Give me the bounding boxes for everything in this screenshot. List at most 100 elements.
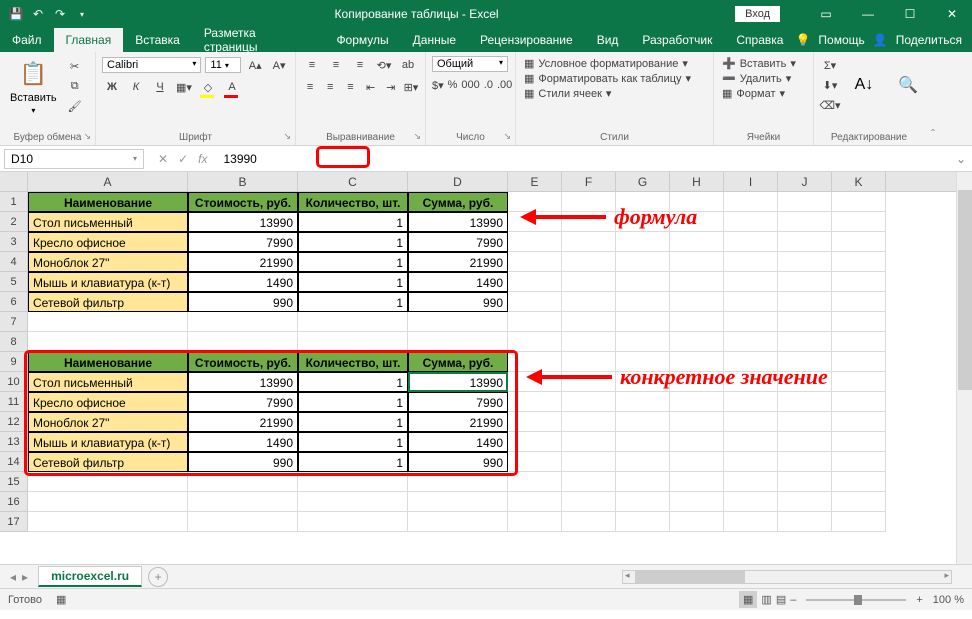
cell-J9[interactable] (778, 352, 832, 372)
cell-H1[interactable] (670, 192, 724, 212)
cell-K2[interactable] (832, 212, 886, 232)
indent-increase-icon[interactable]: ⇥ (383, 78, 399, 96)
cell-B1[interactable]: Стоимость, руб. (188, 192, 298, 212)
vscroll-thumb[interactable] (958, 190, 972, 390)
dialog-launcher-icon[interactable]: ↘ (413, 131, 421, 142)
cell-I10[interactable] (724, 372, 778, 392)
cell-I14[interactable] (724, 452, 778, 472)
find-select-button[interactable]: 🔍 (888, 67, 928, 103)
zoom-slider[interactable] (806, 599, 906, 601)
spreadsheet-grid[interactable]: ABCDEFGHIJK 1НаименованиеСтоимость, руб.… (0, 172, 972, 564)
cell-I2[interactable] (724, 212, 778, 232)
cell-I5[interactable] (724, 272, 778, 292)
col-header-D[interactable]: D (408, 172, 508, 191)
page-break-view-icon[interactable]: ▤ (776, 593, 786, 606)
save-icon[interactable]: 💾 (8, 6, 24, 22)
zoom-out-icon[interactable]: – (790, 594, 796, 606)
dialog-launcher-icon[interactable]: ↘ (283, 131, 291, 142)
align-right-icon[interactable]: ≡ (342, 78, 358, 96)
zoom-in-icon[interactable]: + (916, 594, 922, 606)
col-header-H[interactable]: H (670, 172, 724, 191)
cell-E11[interactable] (508, 392, 562, 412)
cell-C7[interactable] (298, 312, 408, 332)
cell-H8[interactable] (670, 332, 724, 352)
cell-E14[interactable] (508, 452, 562, 472)
cell-D6[interactable]: 990 (408, 292, 508, 312)
cell-C16[interactable] (298, 492, 408, 512)
paste-button[interactable]: 📋 Вставить ▾ (6, 56, 61, 117)
italic-button[interactable]: К (126, 78, 146, 96)
new-sheet-icon[interactable]: + (148, 567, 168, 587)
fx-icon[interactable]: fx (198, 152, 207, 166)
cell-J12[interactable] (778, 412, 832, 432)
font-name-select[interactable]: Calibri ▾ (102, 57, 201, 73)
cell-I11[interactable] (724, 392, 778, 412)
cell-G15[interactable] (616, 472, 670, 492)
cell-K4[interactable] (832, 252, 886, 272)
cell-I7[interactable] (724, 312, 778, 332)
format-cells-button[interactable]: ▦ Формат ▾ (720, 86, 807, 101)
cell-H5[interactable] (670, 272, 724, 292)
cell-A8[interactable] (28, 332, 188, 352)
cell-J3[interactable] (778, 232, 832, 252)
enter-icon[interactable]: ✓ (178, 152, 188, 166)
cell-C12[interactable]: 1 (298, 412, 408, 432)
normal-view-icon[interactable]: ▦ (739, 591, 757, 608)
row-header-1[interactable]: 1 (0, 192, 28, 212)
col-header-B[interactable]: B (188, 172, 298, 191)
cell-K11[interactable] (832, 392, 886, 412)
cell-D17[interactable] (408, 512, 508, 532)
cell-F9[interactable] (562, 352, 616, 372)
dialog-launcher-icon[interactable]: ↘ (503, 131, 511, 142)
cell-G13[interactable] (616, 432, 670, 452)
cell-A16[interactable] (28, 492, 188, 512)
cell-D5[interactable]: 1490 (408, 272, 508, 292)
cell-E5[interactable] (508, 272, 562, 292)
cell-C14[interactable]: 1 (298, 452, 408, 472)
cell-B14[interactable]: 990 (188, 452, 298, 472)
cell-K15[interactable] (832, 472, 886, 492)
cell-A11[interactable]: Кресло офисное (28, 392, 188, 412)
cell-G11[interactable] (616, 392, 670, 412)
cell-G17[interactable] (616, 512, 670, 532)
cell-D13[interactable]: 1490 (408, 432, 508, 452)
expand-formula-icon[interactable]: ⌄ (956, 152, 966, 166)
col-header-J[interactable]: J (778, 172, 832, 191)
cell-D1[interactable]: Сумма, руб. (408, 192, 508, 212)
cell-C13[interactable]: 1 (298, 432, 408, 452)
cell-J17[interactable] (778, 512, 832, 532)
cell-I8[interactable] (724, 332, 778, 352)
cell-A4[interactable]: Моноблок 27" (28, 252, 188, 272)
cell-C10[interactable]: 1 (298, 372, 408, 392)
format-as-table-button[interactable]: ▦ Форматировать как таблицу ▾ (522, 71, 707, 86)
cell-E2[interactable] (508, 212, 562, 232)
cell-C8[interactable] (298, 332, 408, 352)
cell-F2[interactable] (562, 212, 616, 232)
cell-C5[interactable]: 1 (298, 272, 408, 292)
cell-styles-button[interactable]: ▦ Стили ячеек ▾ (522, 86, 707, 101)
cell-C15[interactable] (298, 472, 408, 492)
cell-B16[interactable] (188, 492, 298, 512)
cell-B5[interactable]: 1490 (188, 272, 298, 292)
sheet-tab[interactable]: microexcel.ru (38, 566, 142, 587)
cell-G9[interactable] (616, 352, 670, 372)
cancel-icon[interactable]: ✕ (158, 152, 168, 166)
maximize-icon[interactable]: ☐ (890, 0, 930, 28)
minimize-icon[interactable]: — (848, 0, 888, 28)
cell-A3[interactable]: Кресло офисное (28, 232, 188, 252)
cell-I4[interactable] (724, 252, 778, 272)
row-header-12[interactable]: 12 (0, 412, 28, 432)
cell-J16[interactable] (778, 492, 832, 512)
cell-H3[interactable] (670, 232, 724, 252)
row-header-6[interactable]: 6 (0, 292, 28, 312)
cell-A10[interactable]: Стол письменный (28, 372, 188, 392)
cell-E16[interactable] (508, 492, 562, 512)
cell-A17[interactable] (28, 512, 188, 532)
cell-K6[interactable] (832, 292, 886, 312)
indent-decrease-icon[interactable]: ⇤ (363, 78, 379, 96)
cell-D8[interactable] (408, 332, 508, 352)
cell-B4[interactable]: 21990 (188, 252, 298, 272)
cell-H4[interactable] (670, 252, 724, 272)
copy-icon[interactable]: ⧉ (65, 78, 85, 96)
cell-J14[interactable] (778, 452, 832, 472)
